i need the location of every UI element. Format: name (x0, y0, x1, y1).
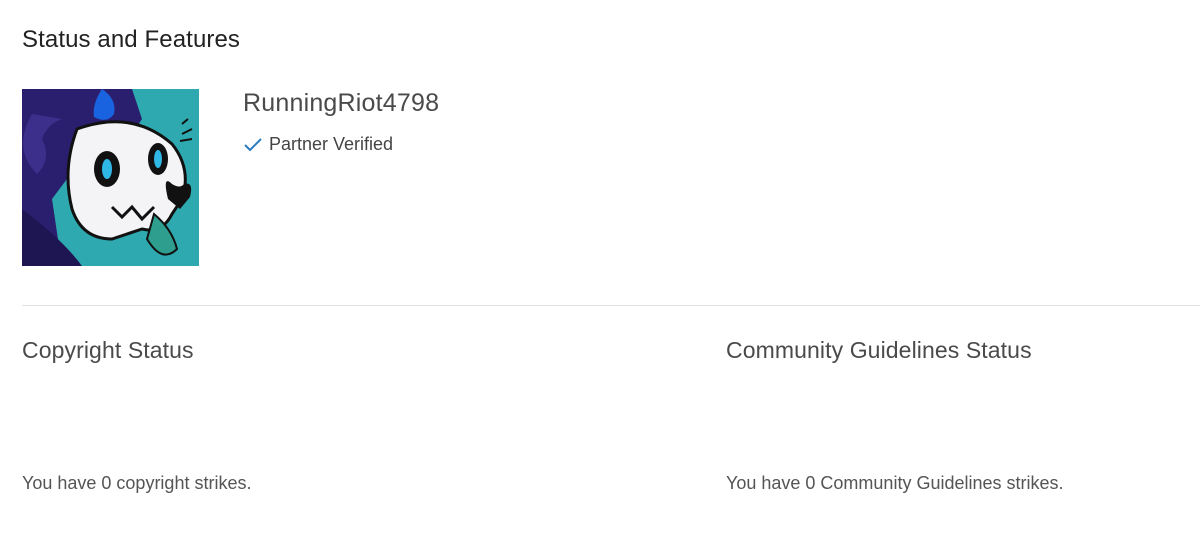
page-title: Status and Features (22, 26, 241, 53)
channel-name: RunningRiot4798 (243, 89, 440, 117)
verified-label: Partner Verified (269, 134, 394, 154)
checkmark-icon (243, 137, 263, 153)
partner-verified-status: Partner Verified (243, 134, 393, 155)
channel-avatar (22, 89, 199, 266)
community-guidelines-title: Community Guidelines Status (726, 337, 1032, 363)
community-guidelines-message: You have 0 Community Guidelines strikes. (726, 473, 1064, 493)
copyright-status-title: Copyright Status (22, 337, 194, 363)
copyright-status-message: You have 0 copyright strikes. (22, 473, 252, 493)
avatar-image (22, 89, 199, 266)
section-divider (22, 305, 1200, 306)
